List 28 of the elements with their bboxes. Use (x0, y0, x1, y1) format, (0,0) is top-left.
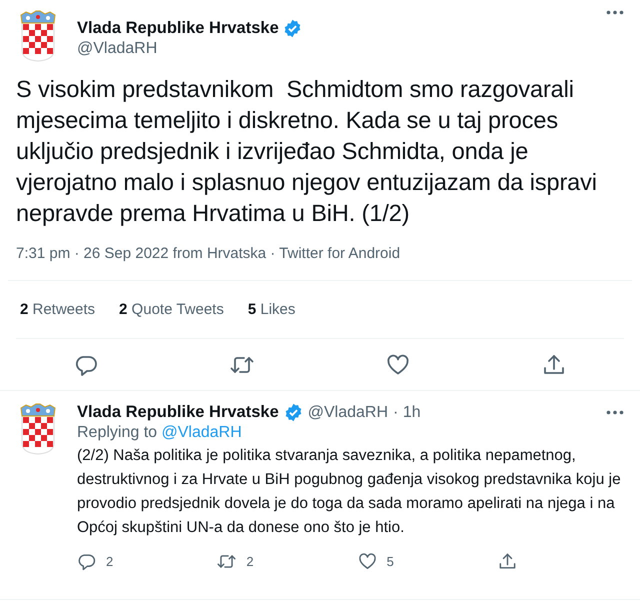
replying-to-text: Replying to @VladaRH (77, 424, 243, 442)
engagement-count-link[interactable]: 5 Likes (248, 301, 296, 318)
retweet-button[interactable]: 2 (217, 552, 358, 571)
tweet-time[interactable]: · 1h (393, 404, 421, 422)
author-handle[interactable]: @VladaRH (77, 40, 587, 58)
share-button[interactable] (498, 552, 517, 571)
more-icon[interactable] (606, 410, 624, 415)
share-icon (542, 352, 566, 376)
author-handle[interactable]: @VladaRH (308, 404, 388, 422)
tweet-timestamp[interactable]: 7:31 pm · 26 Sep 2022 from Hrvatska · Twitter for Android (16, 245, 400, 262)
like-button[interactable]: 5 (358, 552, 498, 571)
tweet-text: (2/2) Naša politika je politika stvaranja saveznika, a politika nepametnog, destruktivnog i za Hrvate u BiH pogubnog gađenja visokog predstavnika koju je provodio predsjednik dovela je do toga da sada moramo apelirati na njega i na Općoj skupštini UN-a da donese ono što je htio. (77, 446, 622, 538)
author-name[interactable]: Vlada Republike Hrvatske (77, 19, 279, 38)
retweet-icon (217, 552, 236, 571)
reply-button[interactable]: 2 (77, 552, 218, 571)
reply-icon (77, 552, 96, 571)
author-name[interactable]: Vlada Republike Hrvatske (77, 403, 279, 422)
engagement-count-link[interactable]: 2 Retweets (20, 301, 96, 318)
more-icon[interactable] (606, 10, 624, 15)
coat-of-arms-icon (18, 403, 58, 455)
like-button[interactable] (386, 352, 410, 376)
engagement-count-link[interactable]: 2 Quote Tweets (119, 301, 224, 318)
share-icon (498, 552, 517, 571)
coat-of-arms-icon (18, 10, 58, 62)
like-icon (358, 552, 377, 571)
tweet-text: S visokim predstavnikom Schmidtom smo razgovarali mjesecima temeljito i diskretno. Kada se u taj proces uključio predsjednik i izvrijeđao Schmidta, onda je vjerojatno malo i splasnuo njegov entuzijazam da ispravi nepravde prema Hrvatima u BiH. (1/2) (15, 75, 598, 228)
share-button[interactable] (542, 352, 566, 376)
like-icon (386, 352, 410, 376)
